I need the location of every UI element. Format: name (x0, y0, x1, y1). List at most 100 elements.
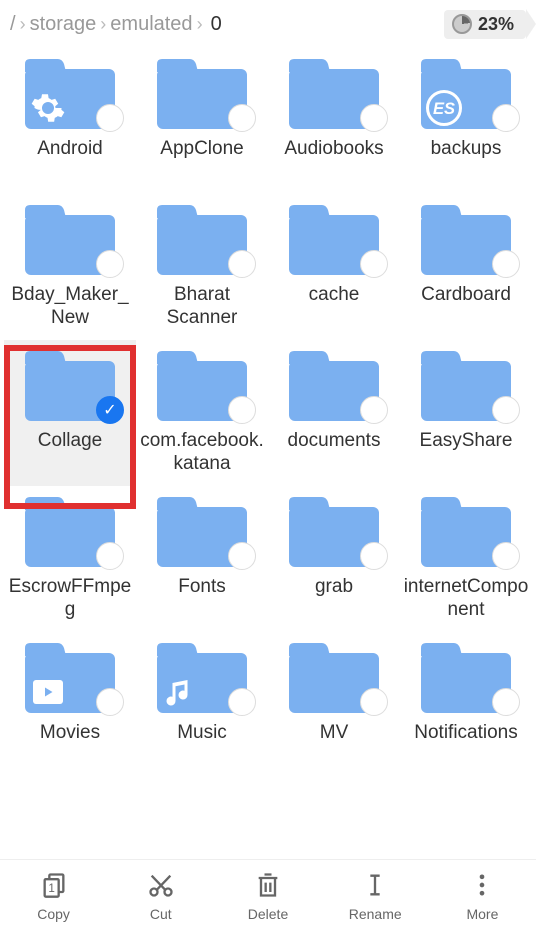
folder-item[interactable]: internetComponent (400, 486, 532, 632)
folder-item[interactable]: ES backups (400, 48, 532, 194)
selection-indicator[interactable] (228, 542, 256, 570)
folder-icon (152, 54, 252, 134)
breadcrumb-root[interactable]: / (10, 13, 16, 36)
es-logo-icon: ES (426, 90, 462, 126)
selection-indicator[interactable] (360, 542, 388, 570)
folder-icon (416, 346, 516, 426)
selection-indicator[interactable] (492, 104, 520, 132)
folder-label: grab (315, 576, 353, 622)
folder-item[interactable]: Fonts (136, 486, 268, 632)
copy-button[interactable]: 1 Copy (0, 860, 107, 933)
folder-icon (20, 638, 120, 718)
folder-label: Movies (40, 722, 100, 768)
folder-icon (152, 492, 252, 572)
folder-item[interactable]: AppClone (136, 48, 268, 194)
folder-label: com.facebook.katana (138, 430, 266, 476)
selection-indicator[interactable] (96, 250, 124, 278)
folder-icon (416, 638, 516, 718)
folder-icon (20, 492, 120, 572)
folder-icon (416, 200, 516, 280)
svg-text:ES: ES (433, 100, 455, 118)
folder-item[interactable]: EscrowFFmpeg (4, 486, 136, 632)
folder-icon (20, 54, 120, 134)
folder-item[interactable]: Audiobooks (268, 48, 400, 194)
selection-indicator[interactable] (228, 104, 256, 132)
folder-label: AppClone (160, 138, 243, 184)
folder-icon: ES (416, 54, 516, 134)
breadcrumb-seg1[interactable]: storage (30, 13, 97, 36)
folder-icon (152, 638, 252, 718)
selection-indicator[interactable] (360, 688, 388, 716)
selection-indicator[interactable] (492, 396, 520, 424)
folder-icon (284, 54, 384, 134)
folder-item[interactable]: Android (4, 48, 136, 194)
selection-indicator[interactable] (228, 250, 256, 278)
chevron-right-icon: › (20, 14, 26, 35)
action-label: More (466, 906, 498, 922)
storage-indicator[interactable]: 23% (444, 10, 526, 39)
folder-label: internetComponent (402, 576, 530, 622)
breadcrumb-seg3[interactable]: 0 (211, 13, 222, 36)
selection-indicator[interactable] (96, 104, 124, 132)
action-label: Rename (349, 906, 402, 922)
more-vertical-icon (468, 871, 496, 902)
folder-item[interactable]: Movies (4, 632, 136, 778)
folder-grid: Android AppClone Audiobooks ES backups Bd… (0, 48, 536, 778)
folder-label: cache (309, 284, 360, 330)
selection-indicator[interactable] (492, 542, 520, 570)
folder-label: Cardboard (421, 284, 511, 330)
folder-item[interactable]: documents (268, 340, 400, 486)
selection-indicator[interactable] (96, 688, 124, 716)
breadcrumb[interactable]: / › storage › emulated › 0 (10, 13, 444, 36)
trash-icon (254, 871, 282, 902)
selection-indicator[interactable] (228, 688, 256, 716)
music-icon (162, 674, 198, 710)
folder-label: EasyShare (420, 430, 513, 476)
folder-label: Music (177, 722, 227, 768)
chevron-right-icon: › (100, 14, 106, 35)
folder-label: Bday_Maker_New (6, 284, 134, 330)
selection-indicator[interactable] (360, 396, 388, 424)
folder-label: Bharat Scanner (138, 284, 266, 330)
selection-indicator[interactable]: ✓ (96, 396, 124, 424)
folder-item[interactable]: MV (268, 632, 400, 778)
folder-item[interactable]: ✓Collage (4, 340, 136, 486)
folder-label: Collage (38, 430, 102, 476)
folder-item[interactable]: Cardboard (400, 194, 532, 340)
folder-icon (284, 200, 384, 280)
breadcrumb-seg2[interactable]: emulated (110, 13, 192, 36)
copy-icon: 1 (40, 871, 68, 902)
more-button[interactable]: More (429, 860, 536, 933)
folder-icon: ✓ (20, 346, 120, 426)
rename-button[interactable]: Rename (322, 860, 429, 933)
folder-item[interactable]: EasyShare (400, 340, 532, 486)
folder-item[interactable]: Bday_Maker_New (4, 194, 136, 340)
selection-indicator[interactable] (228, 396, 256, 424)
svg-text:1: 1 (48, 882, 54, 895)
selection-indicator[interactable] (360, 250, 388, 278)
folder-item[interactable]: cache (268, 194, 400, 340)
folder-icon (284, 492, 384, 572)
folder-item[interactable]: Notifications (400, 632, 532, 778)
storage-percent: 23% (478, 14, 514, 35)
folder-item[interactable]: com.facebook.katana (136, 340, 268, 486)
folder-item[interactable]: Music (136, 632, 268, 778)
folder-label: documents (288, 430, 381, 476)
selection-indicator[interactable] (360, 104, 388, 132)
delete-button[interactable]: Delete (214, 860, 321, 933)
pie-chart-icon (452, 14, 472, 34)
selection-indicator[interactable] (96, 542, 124, 570)
folder-icon (284, 638, 384, 718)
folder-label: Android (37, 138, 103, 184)
breadcrumb-bar: / › storage › emulated › 0 23% (0, 0, 536, 48)
selection-indicator[interactable] (492, 250, 520, 278)
folder-item[interactable]: Bharat Scanner (136, 194, 268, 340)
cut-button[interactable]: Cut (107, 860, 214, 933)
chevron-right-icon: › (197, 14, 203, 35)
action-label: Cut (150, 906, 172, 922)
folder-label: Notifications (414, 722, 518, 768)
folder-label: backups (431, 138, 502, 184)
folder-label: MV (320, 722, 349, 768)
folder-item[interactable]: grab (268, 486, 400, 632)
selection-indicator[interactable] (492, 688, 520, 716)
